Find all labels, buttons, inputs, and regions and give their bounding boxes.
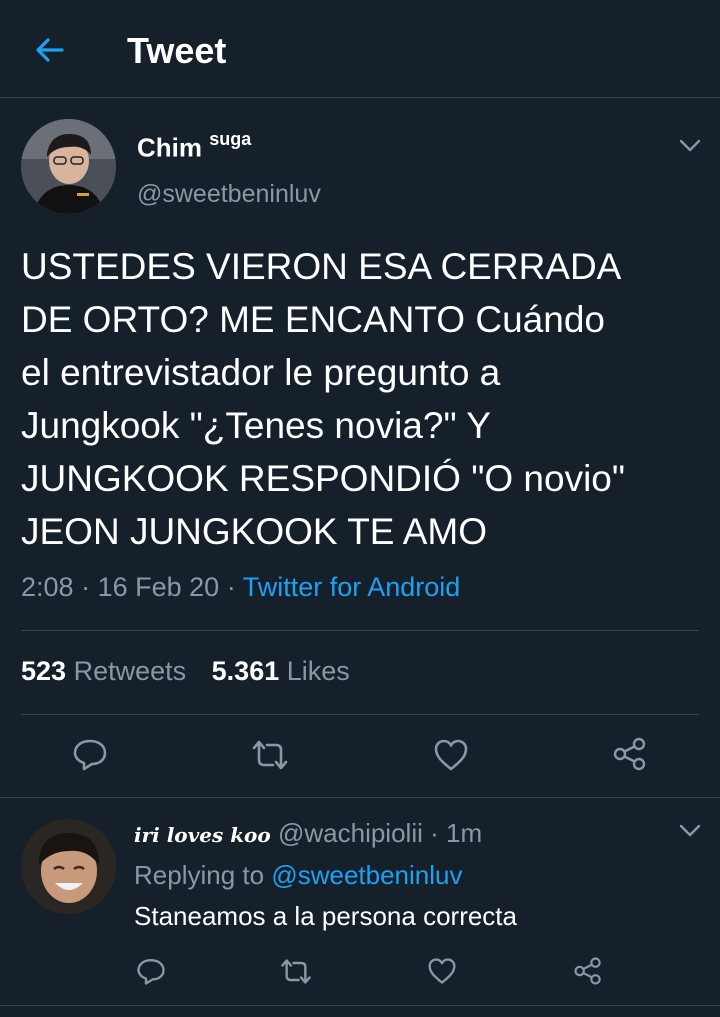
reply-bubble-icon	[137, 959, 165, 985]
replying-prefix: Replying to	[134, 860, 265, 890]
reply-share-button[interactable]	[573, 956, 603, 986]
top-bar: Tweet	[0, 0, 720, 98]
retweets-label: Retweets	[73, 656, 187, 686]
meta-separator: ·	[226, 572, 236, 602]
likes-count: 5.361	[211, 656, 280, 686]
heart-icon	[434, 739, 468, 771]
replying-to-mention[interactable]: @sweetbeninluv	[271, 860, 462, 890]
reply-header: iri loves koo @wachipiolii · 1m	[134, 818, 482, 849]
reply-button[interactable]	[72, 736, 108, 772]
tweet-meta: 2:08 · 16 Feb 20 · Twitter for Android	[21, 572, 460, 603]
reply-reply-button[interactable]	[136, 956, 166, 986]
author-handle[interactable]: @sweetbeninluv	[137, 180, 321, 209]
tweet-menu-button[interactable]	[679, 139, 701, 153]
arrow-left-icon	[36, 38, 64, 62]
tweet-stats: 523 Retweets 5.361 Likes	[21, 656, 350, 687]
back-button[interactable]	[30, 32, 70, 68]
page-title: Tweet	[127, 30, 227, 71]
avatar-photo	[21, 819, 116, 914]
retweet-button[interactable]	[250, 738, 290, 772]
likes-label: Likes	[286, 656, 350, 686]
tweet-date: 16 Feb 20	[97, 572, 220, 602]
chevron-down-icon	[679, 139, 701, 152]
reply-bubble-icon	[73, 739, 107, 771]
author-name-text: Chim	[137, 132, 202, 163]
divider	[21, 630, 699, 631]
retweet-icon	[252, 740, 288, 770]
replying-to-line: Replying to @sweetbeninluv	[134, 860, 462, 891]
divider	[21, 714, 699, 715]
meta-separator: ·	[81, 572, 91, 602]
reply-author-handle[interactable]: @wachipiolii	[278, 818, 423, 848]
likes-stat[interactable]: 5.361 Likes	[212, 656, 350, 686]
share-button[interactable]	[612, 736, 648, 772]
retweets-stat[interactable]: 523 Retweets	[21, 656, 186, 686]
author-name[interactable]: Chim suga	[137, 129, 252, 164]
divider	[0, 1005, 720, 1006]
retweets-count: 523	[21, 656, 67, 686]
reply-retweet-button[interactable]	[279, 957, 313, 986]
divider	[0, 797, 720, 798]
retweet-icon	[281, 959, 311, 984]
share-icon	[613, 737, 646, 771]
meta-separator: ·	[430, 818, 439, 848]
share-icon	[574, 957, 601, 985]
reply-like-button[interactable]	[427, 957, 457, 985]
chevron-down-icon	[679, 824, 701, 837]
reply-menu-button[interactable]	[679, 824, 701, 838]
reply-author-avatar[interactable]	[21, 819, 116, 914]
avatar-photo	[21, 119, 116, 214]
tweet-text: USTEDES VIERON ESA CERRADA DE ORTO? ME E…	[21, 246, 626, 552]
reply-text: Staneamos a la persona correcta	[134, 901, 517, 931]
reply-author-name[interactable]: iri loves koo	[134, 823, 271, 847]
author-name-suffix: suga	[209, 129, 252, 149]
heart-icon	[428, 958, 456, 984]
tweet-source-link[interactable]: Twitter for Android	[243, 572, 461, 602]
reply-time: 1m	[446, 818, 483, 848]
author-avatar[interactable]	[21, 119, 116, 214]
like-button[interactable]	[433, 738, 469, 772]
tweet-time: 2:08	[21, 572, 74, 602]
